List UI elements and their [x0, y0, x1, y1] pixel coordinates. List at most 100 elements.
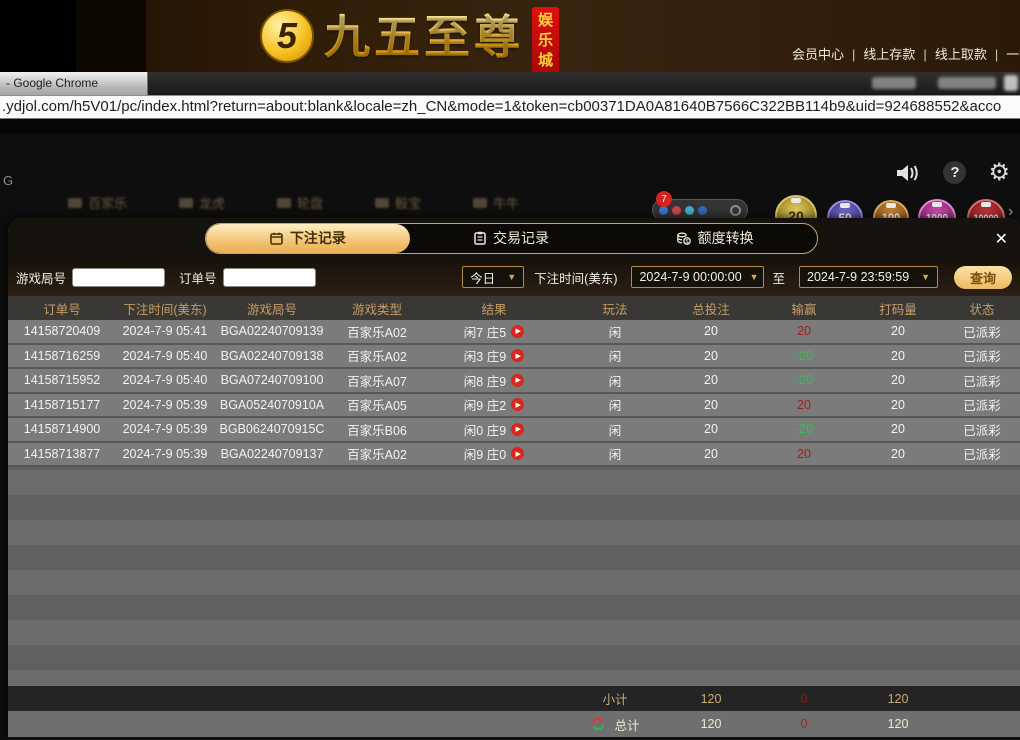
window-title: - Google Chrome: [0, 72, 148, 95]
query-button[interactable]: 查询: [954, 266, 1012, 289]
cell-order: 14158713877: [8, 443, 116, 466]
col-header-time: 下注时间(美东): [116, 296, 214, 320]
grandtotal-turnover: 120: [852, 711, 944, 737]
bet-time-label: 下注时间(美东): [534, 268, 617, 287]
nav-item-sicbo[interactable]: 骰宝: [375, 193, 421, 212]
speaker-icon[interactable]: [895, 162, 921, 184]
cell-order: 14158715952: [8, 369, 116, 392]
cell-game: 百家乐A07: [330, 369, 424, 392]
site-header: 5 九五至尊 娱 乐 城 会员中心|线上存款|线上取款|一键: [0, 0, 1020, 72]
cell-time: 2024-7-9 05:39: [116, 443, 214, 466]
subtotal-row: 小计 120 0 120: [8, 686, 1020, 711]
cell-round: BGA02240709137: [214, 443, 330, 466]
play-icon[interactable]: ▶: [511, 447, 524, 460]
cell-total: 20: [666, 394, 756, 417]
nav-item-baccarat[interactable]: 百家乐: [68, 193, 127, 212]
records-modal: 下注记录 交易记录 $ 额度转换 ✕ 游戏局号: [8, 218, 1020, 740]
play-icon[interactable]: ▶: [511, 349, 524, 362]
chevron-down-icon: ▼: [750, 272, 759, 282]
close-icon[interactable]: ✕: [995, 229, 1008, 249]
nav-item-roulette[interactable]: 轮盘: [277, 193, 323, 212]
result-text: 闲3 庄9: [464, 346, 506, 365]
svg-text:$: $: [685, 239, 688, 245]
col-header-turnover: 打码量: [852, 296, 944, 320]
modal-tab-bar: 下注记录 交易记录 $ 额度转换 ✕: [8, 218, 1020, 258]
refresh-icon[interactable]: [590, 716, 606, 732]
col-header-total: 总投注: [666, 296, 756, 320]
link-one-key[interactable]: 一键: [1006, 47, 1020, 62]
cell-turnover: 20: [852, 443, 944, 466]
cell-total: 20: [666, 443, 756, 466]
table-header-row: 订单号 下注时间(美东) 游戏局号 游戏类型 结果 玩法 总投注 输赢 打码量 …: [8, 296, 1020, 320]
cell-result: 闲9 庄0 ▶: [424, 443, 564, 466]
subtotal-winloss: 0: [756, 686, 852, 711]
cell-time: 2024-7-9 05:39: [116, 394, 214, 417]
logo-ribbon: 娱 乐 城: [532, 7, 559, 77]
table-row: 14158715952 2024-7-9 05:40 BGA0724070910…: [8, 369, 1020, 394]
chevron-down-icon: ▼: [507, 272, 516, 282]
result-text: 闲7 庄5: [464, 322, 506, 341]
tab-quota-transfer[interactable]: $ 额度转换: [613, 224, 817, 253]
url-bar[interactable]: .ydjol.com/h5V01/pc/index.html?return=ab…: [0, 95, 1020, 119]
play-icon[interactable]: ▶: [511, 423, 524, 436]
subtotal-turnover: 120: [852, 686, 944, 711]
col-header-bettype: 玩法: [564, 296, 666, 320]
logo-coin-icon: 5: [260, 9, 314, 63]
cell-result: 闲3 庄9 ▶: [424, 345, 564, 368]
col-header-result: 结果: [424, 296, 564, 320]
grandtotal-row: 总计 120 0 120: [8, 711, 1020, 737]
page-top-strip: [0, 119, 1020, 133]
cell-result: 闲0 庄9 ▶: [424, 418, 564, 441]
header-dark-corner: [76, 0, 146, 72]
order-no-label: 订单号: [179, 268, 217, 287]
cell-result: 闲8 庄9 ▶: [424, 369, 564, 392]
col-header-winloss: 输赢: [756, 296, 852, 320]
cell-bettype: 闲: [564, 345, 666, 368]
link-online-deposit[interactable]: 线上存款: [863, 47, 915, 62]
cell-turnover: 20: [852, 345, 944, 368]
gear-icon[interactable]: ⚙: [988, 161, 1010, 184]
cell-bettype: 闲: [564, 394, 666, 417]
help-icon[interactable]: ?: [943, 161, 966, 184]
cell-status: 已派彩: [944, 394, 1020, 417]
cell-status: 已派彩: [944, 369, 1020, 392]
link-online-withdraw[interactable]: 线上取款: [935, 47, 987, 62]
play-icon[interactable]: ▶: [511, 374, 524, 387]
time-to-select[interactable]: 2024-7-9 23:59:59▼: [799, 266, 938, 288]
cell-order: 14158716259: [8, 345, 116, 368]
window-control-blob: [1004, 75, 1018, 91]
cell-game: 百家乐A02: [330, 320, 424, 343]
date-range-select[interactable]: 今日▼: [462, 266, 524, 288]
to-label: 至: [772, 268, 785, 287]
cell-status: 已派彩: [944, 418, 1020, 441]
subtotal-label: 小计: [564, 686, 666, 711]
nav-item-dragontiger[interactable]: 龙虎: [179, 193, 225, 212]
result-text: 闲9 庄0: [464, 444, 506, 463]
corner-letter: G: [3, 173, 13, 188]
time-from-select[interactable]: 2024-7-9 00:00:00▼: [631, 266, 764, 288]
cell-turnover: 20: [852, 418, 944, 441]
mini-chip-dot: [672, 206, 681, 215]
cell-status: 已派彩: [944, 320, 1020, 343]
nav-item-niuniu[interactable]: 牛牛: [473, 193, 519, 212]
tab-bet-records[interactable]: 下注记录: [206, 224, 410, 253]
link-member-center[interactable]: 会员中心: [792, 47, 844, 62]
play-icon[interactable]: ▶: [511, 398, 524, 411]
cell-game: 百家乐A02: [330, 345, 424, 368]
play-icon[interactable]: ▶: [511, 325, 524, 338]
col-header-status: 状态: [944, 296, 1020, 320]
game-round-input[interactable]: [72, 268, 165, 287]
roulette-icon: [277, 198, 291, 208]
grandtotal-total: 120: [666, 711, 756, 737]
cell-winloss: 20: [756, 443, 852, 466]
cell-time: 2024-7-9 05:40: [116, 345, 214, 368]
cell-turnover: 20: [852, 369, 944, 392]
tab-transaction-records[interactable]: 交易记录: [410, 224, 614, 253]
cell-game: 百家乐A02: [330, 443, 424, 466]
site-logo: 5 九五至尊 娱 乐 城: [260, 5, 559, 77]
ribbon-char: 乐: [538, 31, 553, 51]
table-row: 14158720409 2024-7-9 05:41 BGA0224070913…: [8, 320, 1020, 345]
order-no-input[interactable]: [223, 268, 316, 287]
cell-bettype: 闲: [564, 369, 666, 392]
result-text: 闲9 庄2: [464, 395, 506, 414]
